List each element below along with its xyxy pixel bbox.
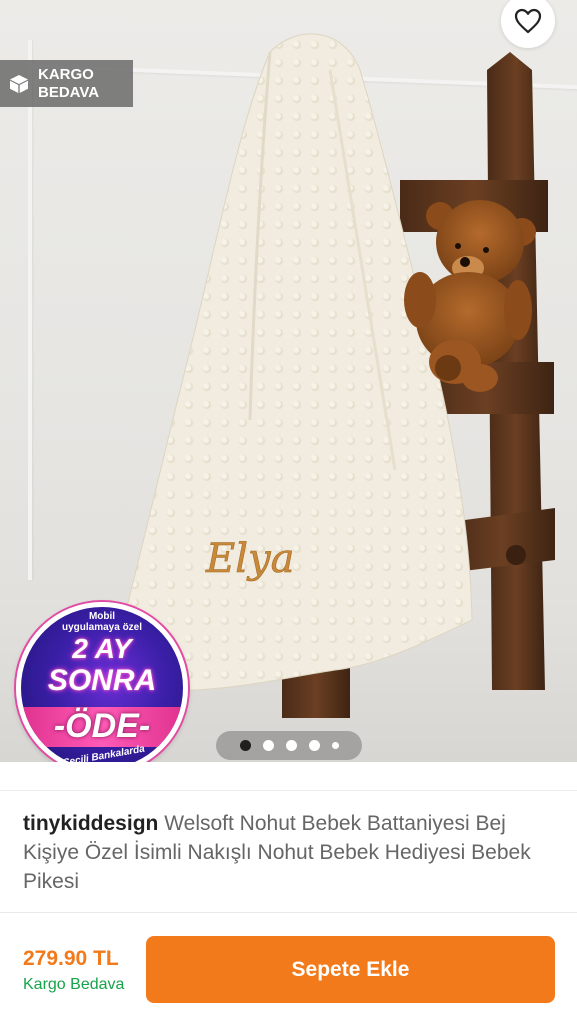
box-icon xyxy=(10,74,28,93)
promo-big-2: SONRA xyxy=(47,664,157,697)
svg-text:Elya: Elya xyxy=(205,536,294,582)
badge-line-2: BEDAVA xyxy=(38,83,100,101)
pager-dot[interactable] xyxy=(285,740,297,751)
image-pager[interactable] xyxy=(216,731,362,760)
product-title-section: tinykiddesign Welsoft Nohut Bebek Battan… xyxy=(0,790,577,912)
add-to-cart-button[interactable]: Sepete Ekle xyxy=(146,936,555,1003)
free-shipping-badge: KARGO BEDAVA xyxy=(0,60,133,107)
badge-line-1: KARGO xyxy=(38,65,94,83)
promo-line-2: uygulamaya özel xyxy=(61,622,143,633)
pager-dot[interactable] xyxy=(308,740,320,751)
product-image[interactable]: Elya KARGO BEDAVA Mobil uygulamaya özel … xyxy=(0,0,577,762)
promo-big-1: 2 AY xyxy=(72,633,132,664)
product-title: tinykiddesign Welsoft Nohut Bebek Battan… xyxy=(23,809,553,896)
promo-sticker: Mobil uygulamaya özel 2 AY SONRA -ÖDE- *… xyxy=(16,602,188,762)
pager-dot[interactable] xyxy=(262,740,274,751)
embroidered-name: Elya xyxy=(205,536,295,583)
pager-dot[interactable] xyxy=(239,740,251,751)
heart-icon xyxy=(514,8,542,34)
promo-line-1: Mobil xyxy=(88,611,116,622)
brand-name[interactable]: tinykiddesign xyxy=(23,812,158,835)
pager-dot[interactable] xyxy=(331,742,339,749)
price: 279.90 TL xyxy=(23,947,119,970)
free-shipping-label: Kargo Bedava xyxy=(23,976,125,993)
bottom-bar: 279.90 TL Kargo Bedava Sepete Ekle xyxy=(0,912,577,1024)
